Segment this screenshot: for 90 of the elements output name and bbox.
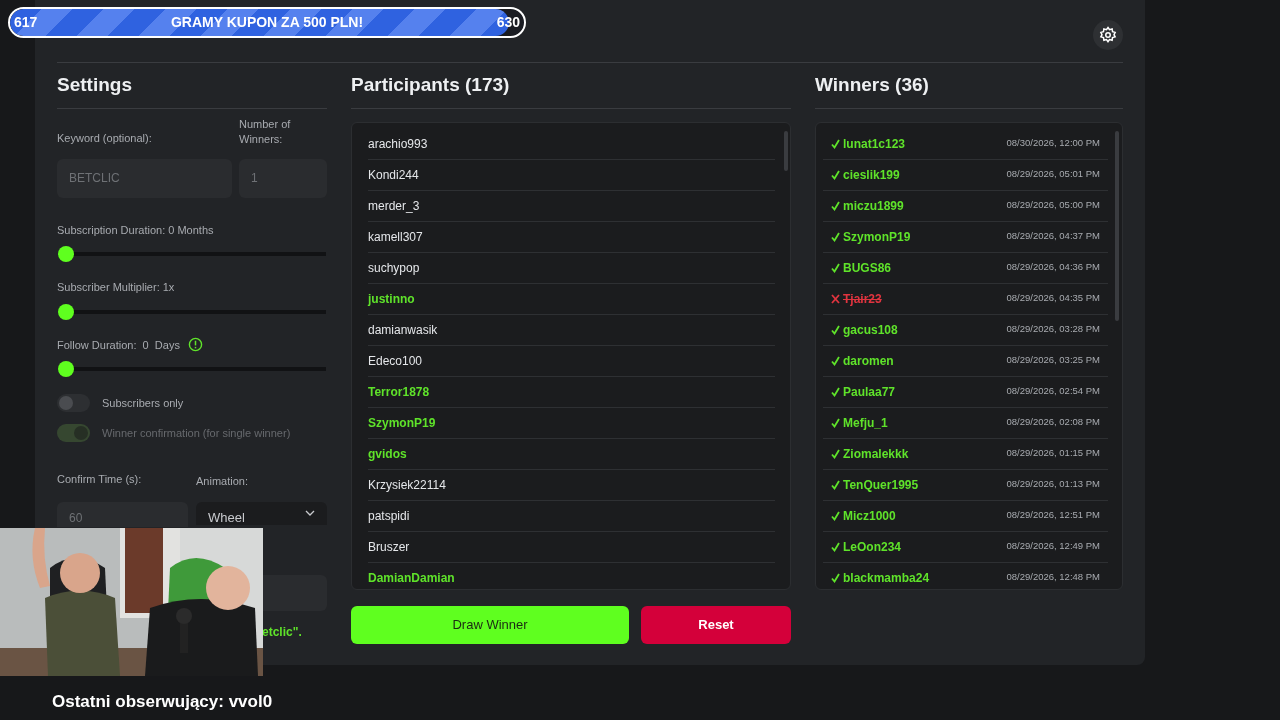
check-icon bbox=[831, 324, 840, 335]
winner-time: 08/29/2026, 05:01 PM bbox=[1006, 167, 1100, 182]
participant-name: arachio993 bbox=[368, 135, 428, 153]
participant-name: Kondi244 bbox=[368, 166, 419, 184]
input-field[interactable] bbox=[263, 574, 327, 611]
winner-name: TenQuer1995 bbox=[843, 476, 919, 494]
goal-start: 617 bbox=[14, 13, 38, 32]
animation-select[interactable]: Wheel bbox=[196, 501, 327, 525]
winner-name: LeOon234 bbox=[843, 538, 902, 556]
winner-name: Mefju_1 bbox=[843, 414, 888, 432]
check-icon bbox=[831, 169, 840, 180]
winner-name: cieslik199 bbox=[843, 166, 900, 184]
participant-name: gvidos bbox=[368, 445, 407, 463]
slider-thumb[interactable] bbox=[58, 303, 74, 320]
check-icon bbox=[831, 541, 840, 552]
toggle-switch[interactable] bbox=[57, 394, 90, 412]
field-label: Animation: bbox=[196, 474, 249, 489]
winner-time: 08/29/2026, 02:54 PM bbox=[1006, 384, 1100, 399]
check-icon bbox=[831, 138, 840, 149]
last-follower: Ostatni obserwujący: vvol0 bbox=[52, 691, 273, 713]
participant-name: patspidi bbox=[368, 507, 410, 525]
goal-title: GRAMY KUPON ZA 500 PLN! bbox=[170, 13, 364, 32]
check-icon bbox=[831, 572, 840, 583]
participant-name: Edeco100 bbox=[368, 352, 423, 370]
section-title: Participants (173) bbox=[351, 71, 791, 109]
participant-name: justinno bbox=[368, 290, 415, 308]
winner-name: blackmamba24 bbox=[843, 569, 930, 587]
winner-name: BUGS86 bbox=[843, 259, 892, 277]
winner-time: 08/29/2026, 01:15 PM bbox=[1006, 446, 1100, 461]
settings-button[interactable] bbox=[1093, 20, 1123, 50]
check-icon bbox=[831, 510, 840, 521]
winner-time: 08/29/2026, 03:25 PM bbox=[1006, 353, 1100, 368]
keyword-note: etclic". bbox=[262, 623, 303, 641]
winner-time: 08/30/2026, 12:00 PM bbox=[1006, 136, 1100, 151]
winner-time: 08/29/2026, 04:36 PM bbox=[1006, 260, 1100, 275]
winner-time: 08/29/2026, 03:28 PM bbox=[1006, 322, 1100, 337]
winner-name: Paulaa77 bbox=[843, 383, 896, 401]
slider-label: Subscription Duration: 0 Months bbox=[57, 222, 214, 238]
toggle-label: Subscribers only bbox=[102, 395, 184, 411]
cross-icon bbox=[831, 293, 840, 304]
keyword-field[interactable]: BETCLIC bbox=[57, 158, 232, 198]
winner-name: SzymonP19 bbox=[843, 228, 911, 246]
winner-time: 08/29/2026, 04:35 PM bbox=[1006, 291, 1100, 306]
confirm-time-field[interactable]: 60 bbox=[57, 501, 188, 527]
slider-label: Follow Duration: 0 Days bbox=[57, 337, 180, 353]
check-icon bbox=[831, 355, 840, 366]
check-icon bbox=[831, 200, 840, 211]
participant-name: Bruszer bbox=[368, 538, 410, 556]
winner-time: 08/29/2026, 12:51 PM bbox=[1006, 508, 1100, 523]
participant-name: kamell307 bbox=[368, 228, 423, 246]
field-label: Number of Winners: bbox=[239, 116, 292, 147]
winner-name: Micz1000 bbox=[843, 507, 896, 525]
participant-name: Krzysiek22114 bbox=[368, 476, 446, 494]
settings-icon bbox=[1099, 26, 1117, 44]
winners-count-field[interactable]: 1 bbox=[239, 158, 327, 198]
winner-name: Ziomalekkk bbox=[843, 445, 909, 463]
participant-name: merder_3 bbox=[368, 197, 420, 215]
winner-time: 08/29/2026, 05:00 PM bbox=[1006, 198, 1100, 213]
draw-winner-button[interactable]: Draw Winner bbox=[351, 605, 629, 644]
check-icon bbox=[831, 479, 840, 490]
section-title: Winners (36) bbox=[815, 71, 1123, 109]
reset-button[interactable]: Reset bbox=[641, 605, 791, 644]
winner-name: miczu1899 bbox=[843, 197, 904, 215]
slider-thumb[interactable] bbox=[58, 361, 74, 377]
participant-name: suchypop bbox=[368, 259, 420, 277]
slider-label: Subscriber Multiplier: 1x bbox=[57, 280, 175, 295]
participant-name: Terror1878 bbox=[368, 383, 430, 401]
field-label: Confirm Time (s): bbox=[57, 472, 143, 487]
slider-thumb[interactable] bbox=[58, 246, 74, 262]
check-icon bbox=[831, 262, 840, 273]
check-icon bbox=[831, 417, 840, 428]
winner-time: 08/29/2026, 12:49 PM bbox=[1006, 539, 1100, 554]
check-icon bbox=[831, 231, 840, 242]
winner-time: 08/29/2026, 04:37 PM bbox=[1006, 229, 1100, 244]
section-title: Settings bbox=[57, 71, 327, 109]
winner-name: Tjair23 bbox=[843, 290, 882, 308]
check-icon bbox=[831, 386, 840, 397]
field-label: Keyword (optional): bbox=[57, 131, 153, 146]
toggle-label: Winner confirmation (for single winner) bbox=[102, 425, 291, 441]
participant-name: damianwasik bbox=[368, 321, 438, 339]
participant-name: DamianDamian bbox=[368, 569, 455, 587]
winner-name: lunat1c123 bbox=[843, 135, 906, 153]
check-icon bbox=[831, 448, 840, 459]
winner-time: 08/29/2026, 02:08 PM bbox=[1006, 415, 1100, 430]
participant-name: SzymonP19 bbox=[368, 414, 436, 432]
winner-name: daromen bbox=[843, 352, 894, 370]
winner-name: gacus108 bbox=[843, 321, 898, 339]
winner-time: 08/29/2026, 01:13 PM bbox=[1006, 477, 1100, 492]
winner-time: 08/29/2026, 12:48 PM bbox=[1006, 570, 1100, 585]
chevron-down-icon bbox=[305, 509, 315, 516]
